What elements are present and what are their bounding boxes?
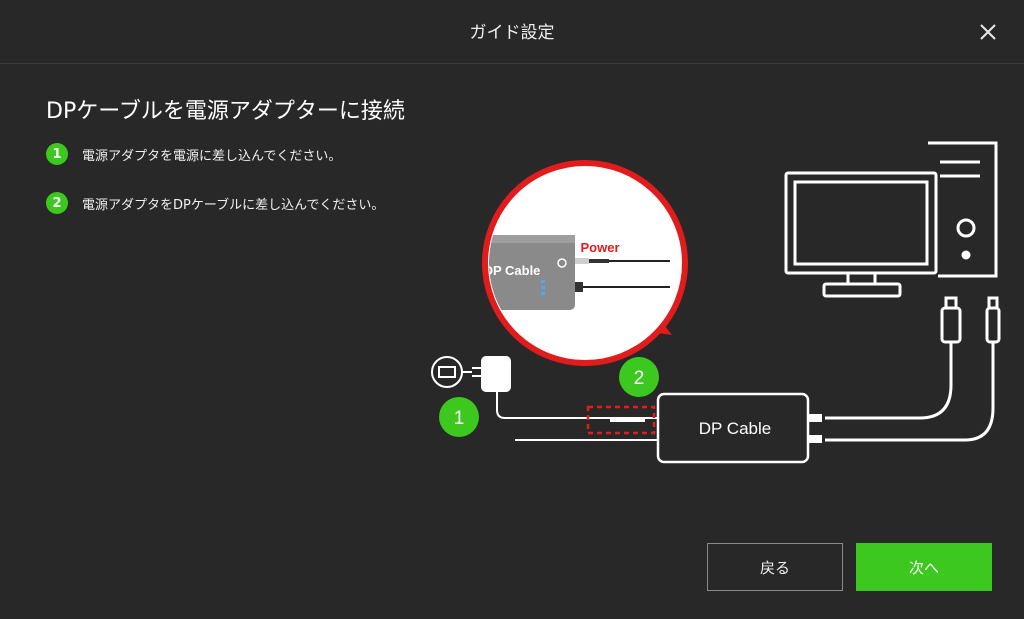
- close-icon[interactable]: [978, 22, 998, 42]
- usb-plug-icon: [825, 296, 962, 420]
- step-number-badge: 1: [46, 143, 68, 165]
- back-button[interactable]: 戻る: [707, 543, 843, 591]
- zoom-power-label: Power: [580, 240, 619, 255]
- pc-tower-icon: [928, 141, 998, 278]
- connection-illustration: DP Cable 1 2 DP Cable Power: [431, 141, 1001, 464]
- next-button[interactable]: 次へ: [856, 543, 992, 591]
- page-heading: DPケーブルを電源アダプターに接続: [46, 99, 405, 124]
- monitor-icon: [784, 171, 938, 298]
- step-text: 電源アダプタをDPケーブルに差し込んでください。: [82, 197, 385, 213]
- guide-settings-dialog: ガイド設定 DPケーブルを電源アダプターに接続 1 電源アダプタを電源に差し込ん…: [0, 0, 1024, 619]
- zoom-device-label: DP Cable: [484, 263, 541, 278]
- svg-text:2: 2: [634, 368, 645, 389]
- dialog-titlebar: ガイド設定: [0, 0, 1024, 64]
- step-1: 1 電源アダプタを電源に差し込んでください。: [46, 143, 341, 165]
- dp-cable-box-label: DP Cable: [699, 419, 771, 438]
- dialog-title: ガイド設定: [469, 23, 555, 43]
- zoom-callout: DP Cable Power: [482, 160, 688, 366]
- svg-text:1: 1: [454, 408, 465, 429]
- step-text: 電源アダプタを電源に差し込んでください。: [82, 148, 342, 164]
- step-2: 2 電源アダプタをDPケーブルに差し込んでください。: [46, 192, 384, 214]
- step-number-badge: 2: [46, 192, 68, 214]
